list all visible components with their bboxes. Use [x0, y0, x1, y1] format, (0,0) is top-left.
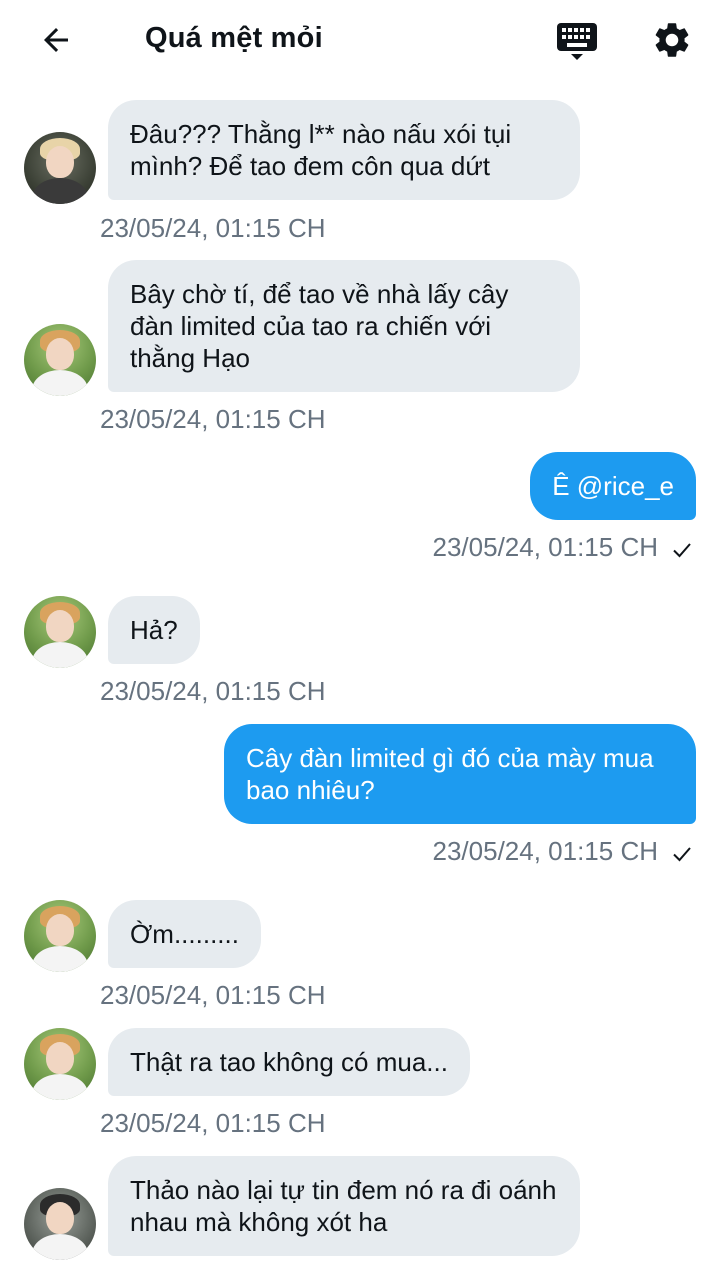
incoming-message-bubble[interactable]: Đâu??? Thằng l** nào nấu xói tụi mình? Đ… — [108, 100, 580, 200]
gear-icon — [655, 23, 689, 57]
avatar[interactable] — [24, 596, 96, 668]
avatar[interactable] — [24, 900, 96, 972]
avatar-face — [46, 1202, 74, 1234]
avatar-shirt — [32, 946, 88, 972]
back-button[interactable] — [34, 18, 78, 62]
incoming-message-bubble[interactable]: Bây chờ tí, để tao về nhà lấy cây đàn li… — [108, 260, 580, 392]
avatar-shirt — [32, 1234, 88, 1260]
avatar-face — [46, 914, 74, 946]
avatar-shirt — [32, 642, 88, 668]
keyboard-icon — [557, 23, 597, 60]
message-timestamp: 23/05/24, 01:15 CH — [100, 676, 326, 706]
checkmark-icon — [673, 543, 691, 558]
incoming-message-bubble[interactable]: Thật ra tao không có mua... — [108, 1028, 470, 1096]
message-timestamp: 23/05/24, 01:15 CH — [100, 213, 326, 243]
message-timestamp: 23/05/24, 01:15 CH — [100, 980, 326, 1010]
avatar[interactable] — [24, 324, 96, 396]
message-timestamp: 23/05/24, 01:15 CH — [100, 404, 326, 434]
message-timestamp: 23/05/24, 01:15 CH — [432, 836, 659, 866]
incoming-message-bubble[interactable]: Ờm......... — [108, 900, 261, 968]
conversation-title: Quá mệt mỏi — [145, 22, 323, 54]
incoming-message-bubble[interactable]: Hả? — [108, 596, 200, 664]
avatar-shirt — [32, 178, 88, 204]
avatar-face — [46, 610, 74, 642]
avatar-face — [46, 338, 74, 370]
incoming-message-bubble[interactable]: Thảo nào lại tự tin đem nó ra đi oánh nh… — [108, 1156, 580, 1256]
avatar-shirt — [32, 370, 88, 396]
checkmark-icon — [673, 847, 691, 862]
settings-button[interactable] — [649, 17, 695, 63]
keyboard-button[interactable] — [554, 18, 600, 64]
outgoing-message-bubble[interactable]: Ê @rice_e — [530, 452, 696, 520]
chat-header: Quá mệt mỏi — [0, 0, 720, 80]
avatar-face — [46, 1042, 74, 1074]
arrow-left-icon — [44, 28, 68, 52]
message-timestamp: 23/05/24, 01:15 CH — [100, 1108, 326, 1138]
outgoing-message-bubble[interactable]: Cây đàn limited gì đó của mày mua bao nh… — [224, 724, 696, 824]
avatar-face — [46, 146, 74, 178]
avatar[interactable] — [24, 1188, 96, 1260]
avatar[interactable] — [24, 1028, 96, 1100]
avatar-shirt — [32, 1074, 88, 1100]
message-timestamp: 23/05/24, 01:15 CH — [432, 532, 659, 562]
avatar[interactable] — [24, 132, 96, 204]
